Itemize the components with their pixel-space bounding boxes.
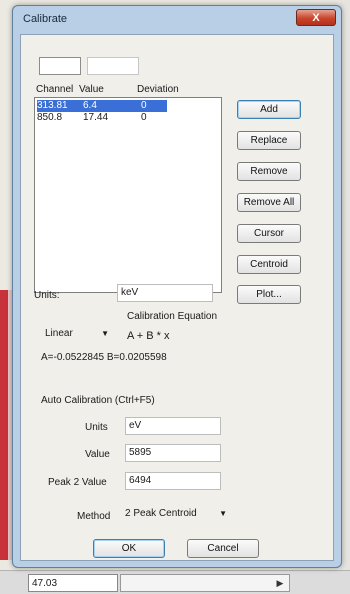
equation-coefficients: A=-0.0522845 B=0.0205598 (41, 352, 167, 363)
method-select[interactable]: 2 Peak Centroid ▼ (121, 506, 233, 524)
plot-button[interactable]: Plot... (237, 285, 301, 304)
auto-units-label: Units (85, 422, 108, 433)
replace-button[interactable]: Replace (237, 131, 301, 150)
cursor-button[interactable]: Cursor (237, 224, 301, 243)
equation-formula: A + B * x (127, 330, 170, 342)
ok-button[interactable]: OK (93, 539, 165, 558)
cancel-button[interactable]: Cancel (187, 539, 259, 558)
list-item[interactable]: 313.81 6.4 0 (37, 100, 167, 112)
list-item-deviation: 0 (141, 112, 147, 123)
background-red-panel (0, 290, 8, 560)
method-label: Method (77, 511, 111, 522)
close-icon: X (312, 12, 320, 24)
units-label: Units: (34, 290, 60, 301)
chevron-down-icon: ▼ (101, 329, 109, 338)
peak-2-value-input[interactable]: 6494 (125, 472, 221, 490)
calibration-points-list[interactable]: 313.81 6.4 0 850.8 17.44 0 (34, 97, 222, 293)
background-value-cell[interactable]: 47.03 (28, 574, 118, 592)
scroll-right-icon[interactable]: ▶ (271, 575, 289, 591)
equation-type-value: Linear (45, 328, 73, 339)
title-bar[interactable]: Calibrate X (13, 6, 341, 34)
calibrate-dialog: Calibrate X Channel Value Deviation 313.… (12, 5, 342, 568)
calibration-equation-heading: Calibration Equation (127, 311, 218, 322)
units-input[interactable]: keV (117, 284, 213, 302)
centroid-button[interactable]: Centroid (237, 255, 301, 274)
deviation-column-header: Deviation (137, 84, 179, 95)
list-item-value: 6.4 (83, 100, 97, 111)
add-button[interactable]: Add (237, 100, 301, 119)
auto-calibration-heading: Auto Calibration (Ctrl+F5) (41, 395, 155, 406)
background-scrollbar[interactable]: ▶ (120, 574, 290, 592)
list-item-deviation: 0 (141, 100, 147, 111)
auto-units-input[interactable]: eV (125, 417, 221, 435)
auto-value-input[interactable]: 5895 (125, 444, 221, 462)
auto-value-label: Value (85, 449, 110, 460)
chevron-down-icon: ▼ (219, 509, 227, 518)
dialog-client-area: Channel Value Deviation 313.81 6.4 0 850… (20, 34, 334, 561)
list-item[interactable]: 850.8 17.44 0 (37, 112, 167, 124)
peak-2-value-label: Peak 2 Value (48, 477, 107, 488)
list-item-value: 17.44 (83, 112, 109, 123)
list-item-channel: 313.81 (37, 100, 68, 111)
remove-button[interactable]: Remove (237, 162, 301, 181)
equation-type-select[interactable]: Linear ▼ (41, 326, 115, 344)
method-value: 2 Peak Centroid (125, 508, 197, 519)
list-item-channel: 850.8 (37, 112, 63, 123)
value-entry-input[interactable] (87, 57, 139, 75)
value-column-header: Value (79, 84, 104, 95)
remove-all-button[interactable]: Remove All (237, 193, 301, 212)
channel-entry-input[interactable] (39, 57, 81, 75)
close-button[interactable]: X (296, 9, 336, 26)
channel-column-header: Channel (36, 84, 74, 95)
window-title: Calibrate (23, 13, 68, 25)
